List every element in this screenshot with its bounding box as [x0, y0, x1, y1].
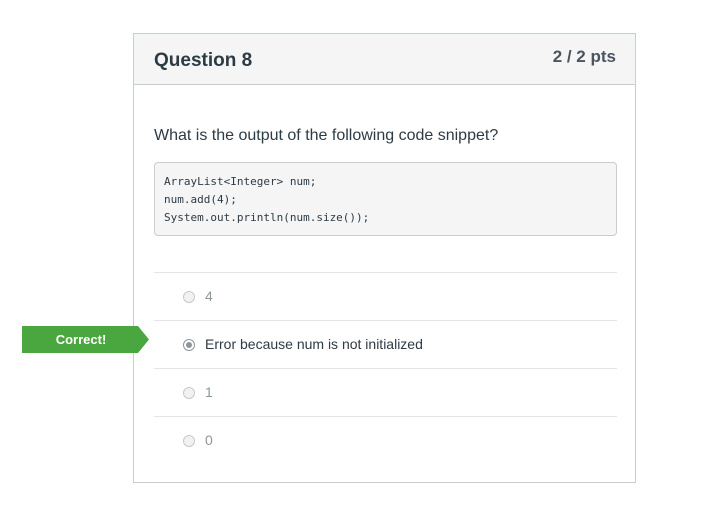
code-line: ArrayList<Integer> num;: [164, 175, 317, 188]
radio-button[interactable]: [183, 291, 195, 303]
answer-option-1[interactable]: 1: [154, 368, 617, 416]
answer-label: 1: [205, 384, 213, 400]
question-prompt: What is the output of the following code…: [154, 127, 499, 144]
answer-option-0[interactable]: 0: [154, 416, 617, 464]
correct-label: Correct!: [55, 332, 107, 347]
answer-option-error[interactable]: Error because num is not initialized: [154, 320, 617, 368]
correct-answer-tag: Correct!: [22, 326, 149, 353]
quiz-question: Question 8 2 / 2 pts What is the output …: [133, 33, 636, 483]
question-points: 2 / 2 pts: [552, 47, 616, 66]
radio-button[interactable]: [183, 387, 195, 399]
answer-list: 4 Error because num is not initialized 1…: [154, 272, 617, 464]
radio-button[interactable]: [183, 435, 195, 447]
answer-label: Error because num is not initialized: [205, 336, 423, 352]
answer-option-4[interactable]: 4: [154, 272, 617, 320]
question-title: Question 8: [154, 50, 253, 71]
code-snippet: ArrayList<Integer> num; num.add(4); Syst…: [154, 162, 617, 236]
question-header: Question 8 2 / 2 pts: [134, 34, 635, 85]
answer-label: 4: [205, 288, 213, 304]
radio-button-selected[interactable]: [183, 339, 195, 351]
answer-label: 0: [205, 432, 213, 448]
code-line: System.out.println(num.size());: [164, 211, 370, 224]
code-line: num.add(4);: [164, 193, 237, 206]
